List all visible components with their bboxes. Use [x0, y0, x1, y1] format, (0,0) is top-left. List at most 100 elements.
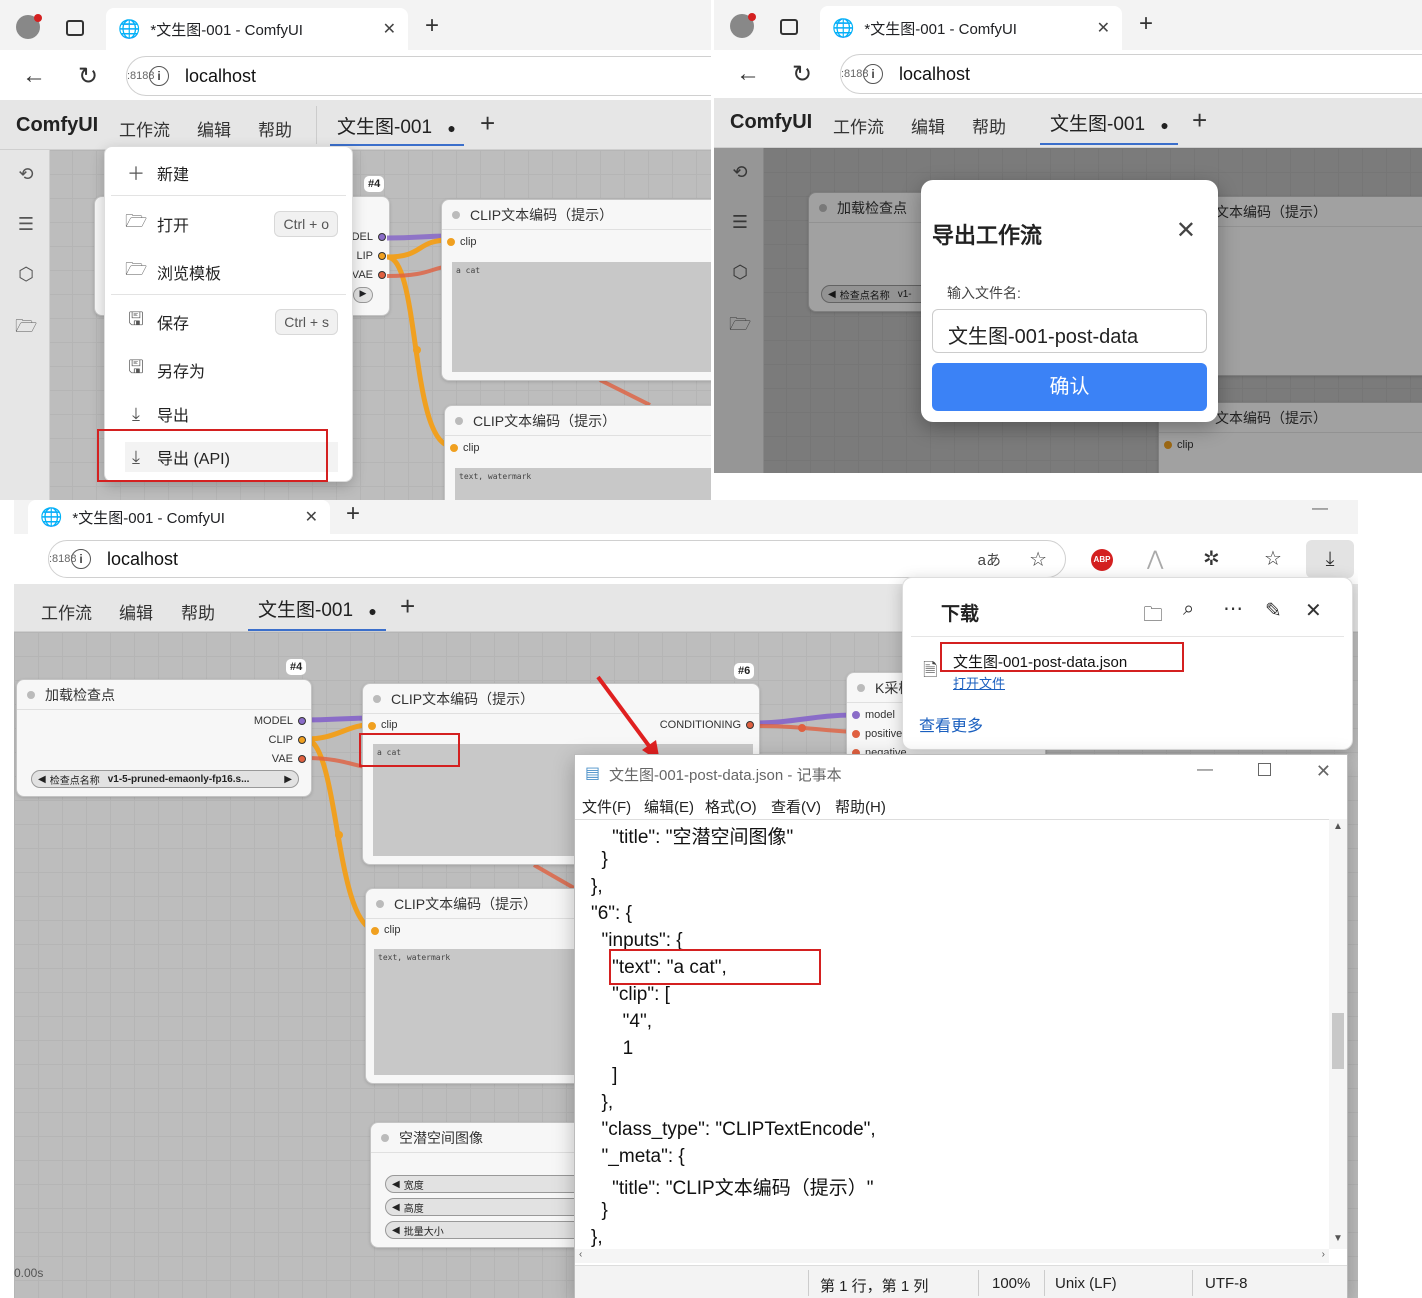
workflow-tab-label: 文生图-001: [1050, 114, 1146, 135]
new-tab-icon[interactable]: +: [1139, 10, 1153, 38]
positive-prompt-textarea[interactable]: a cat: [452, 262, 711, 372]
status-position: 第 1 行，第 1 列: [820, 1278, 929, 1295]
filename-label: 输入文件名:: [947, 285, 1021, 301]
globe-icon: 🌐: [832, 17, 855, 38]
dialog-title: 导出工作流: [932, 223, 1043, 248]
comfy-menubar: ComfyUI 工作流 编辑 帮助 文生图-001 ● +: [714, 98, 1422, 148]
menu-item-templates[interactable]: 🗁 浏览模板: [125, 257, 338, 287]
save-icon: 🖫: [128, 357, 144, 377]
scroll-up-icon[interactable]: ▲: [1333, 821, 1343, 832]
browser-tab-title: *文生图-001 - ComfyUI: [864, 20, 1017, 38]
node-clip-positive[interactable]: CLIP文本编码（提示） clip a cat: [441, 199, 711, 381]
back-icon[interactable]: ←: [736, 60, 760, 88]
node-title: CLIP文本编码（提示）: [442, 200, 711, 230]
menu-item-save-as[interactable]: 🖫 另存为: [125, 355, 338, 385]
text-line: "4",: [591, 1011, 653, 1032]
folder-open-icon: 🗁: [125, 259, 148, 279]
text-line: },: [591, 876, 603, 897]
node-title: CLIP文本编码（提示）: [445, 406, 711, 436]
window-minimize-icon[interactable]: —: [1197, 761, 1213, 779]
text-line: "clip": [: [591, 984, 670, 1005]
shortcut-open: Ctrl + o: [274, 211, 338, 237]
text-line: "6": {: [591, 903, 632, 924]
scroll-right-icon[interactable]: ›: [1322, 1249, 1325, 1260]
confirm-button[interactable]: 确认: [932, 363, 1207, 411]
text-line: "_meta": {: [591, 1146, 685, 1167]
text-line: }: [591, 1200, 608, 1221]
menu-item-export[interactable]: ⤓ 导出: [125, 399, 338, 429]
text-line: "title": "CLIP文本编码（提示）": [591, 1178, 874, 1199]
status-line-endings: Unix (LF): [1055, 1275, 1117, 1292]
address-bar[interactable]: i localhost:8188: [840, 54, 1422, 94]
notepad-titlebar: ▤ 文生图-001-post-data.json - 记事本 — ✕: [575, 755, 1347, 791]
menu-edit[interactable]: 编辑: [911, 113, 945, 138]
menu-edit[interactable]: 编辑(E): [644, 796, 694, 817]
notification-dot: [748, 13, 756, 21]
workflow-tab[interactable]: 文生图-001 ●: [1040, 109, 1178, 145]
close-icon[interactable]: ✕: [1176, 216, 1196, 245]
plus-icon: ＋: [127, 164, 145, 184]
menu-item-save[interactable]: 🖫 保存 Ctrl + s: [125, 307, 338, 337]
text-line: "title": "空潜空间图像": [591, 827, 794, 848]
annotation-box-export-api: [97, 429, 328, 482]
status-divider: [1192, 1270, 1193, 1296]
folder-open-icon: 🗁: [125, 211, 148, 231]
in-clip-label: clip: [463, 442, 480, 454]
composite-screenshot: 🌐 *文生图-001 - ComfyUI ✕ + ← ↻ i localhost…: [0, 0, 1422, 1298]
pane-export-dialog: 🌐 *文生图-001 - ComfyUI ✕ + ← ↻ i localhost…: [714, 0, 1422, 473]
status-divider: [978, 1270, 979, 1296]
scroll-left-icon[interactable]: ‹: [579, 1249, 582, 1260]
text-line: 1: [591, 1038, 634, 1059]
text-line: },: [591, 1092, 614, 1113]
in-clip-port[interactable]: [447, 238, 455, 246]
unsaved-dot-icon: ●: [1160, 117, 1169, 133]
save-icon: 🖫: [128, 309, 144, 329]
notepad-statusbar: 第 1 行，第 1 列 100% Unix (LF) UTF-8: [575, 1265, 1347, 1298]
text-line: "class_type": "CLIPTextEncode",: [591, 1119, 876, 1140]
pane-workflow-menu: 🌐 *文生图-001 - ComfyUI ✕ + ← ↻ i localhost…: [0, 0, 711, 500]
text-line: ]: [591, 1065, 618, 1086]
menu-help[interactable]: 帮助: [972, 113, 1006, 138]
menu-format[interactable]: 格式(O): [705, 796, 757, 817]
window-close-icon[interactable]: ✕: [1316, 761, 1331, 782]
menu-help[interactable]: 帮助(H): [835, 796, 886, 817]
browser-tabstrip: 🌐 *文生图-001 - ComfyUI ✕ +: [714, 0, 1422, 50]
notepad-app-icon: ▤: [585, 765, 601, 782]
menu-item-open[interactable]: 🗁 打开 Ctrl + o: [125, 209, 338, 239]
in-clip-port[interactable]: [450, 444, 458, 452]
vertical-scrollbar[interactable]: ▲ ▼: [1329, 819, 1347, 1249]
filename-input[interactable]: 文生图-001-post-data: [932, 309, 1207, 353]
menu-workflow[interactable]: 工作流: [833, 113, 884, 138]
node-clip-negative[interactable]: CLIP文本编码（提示） clip text, watermark: [444, 405, 711, 500]
text-line: },: [591, 1227, 603, 1248]
horizontal-scrollbar[interactable]: ‹ ›: [575, 1249, 1329, 1263]
text-line: }: [591, 849, 608, 870]
menu-separator: [111, 195, 346, 196]
text-area[interactable]: "title": "空潜空间图像" } }, "6": { "inputs": …: [575, 819, 1329, 1249]
notepad-title: 文生图-001-post-data.json - 记事本: [609, 767, 842, 784]
close-tab-icon[interactable]: ✕: [1097, 18, 1110, 38]
menu-file[interactable]: 文件(F): [582, 796, 631, 817]
reload-icon[interactable]: ↻: [792, 60, 812, 89]
pane-downloads: 🌐 *文生图-001 - ComfyUI ✕ + — i localhost:8…: [14, 500, 1358, 1298]
status-divider: [1044, 1270, 1045, 1296]
menu-view[interactable]: 查看(V): [771, 796, 821, 817]
scroll-thumb[interactable]: [1332, 1013, 1344, 1069]
in-clip-label: clip: [460, 236, 477, 248]
download-icon: ⤓: [132, 403, 140, 424]
status-zoom: 100%: [992, 1275, 1031, 1292]
shortcut-save: Ctrl + s: [275, 309, 338, 335]
menu-item-new[interactable]: ＋新建: [125, 158, 338, 188]
notepad-window: ▤ 文生图-001-post-data.json - 记事本 — ✕ 文件(F)…: [574, 754, 1348, 1298]
browser-tab[interactable]: 🌐 *文生图-001 - ComfyUI ✕: [820, 6, 1122, 50]
add-workflow-tab-icon[interactable]: +: [1192, 105, 1207, 136]
url-host: localhost: [899, 63, 971, 84]
url-port: :8188: [841, 68, 869, 80]
status-divider: [808, 1270, 809, 1296]
export-workflow-dialog: 导出工作流 ✕ 输入文件名: 文生图-001-post-data 确认: [921, 180, 1218, 422]
window-maximize-icon[interactable]: [1258, 763, 1271, 776]
tab-actions-icon[interactable]: [780, 19, 798, 35]
negative-prompt-textarea[interactable]: text, watermark: [455, 468, 711, 500]
scroll-down-icon[interactable]: ▼: [1333, 1233, 1343, 1244]
comfy-brand: ComfyUI: [730, 111, 813, 133]
